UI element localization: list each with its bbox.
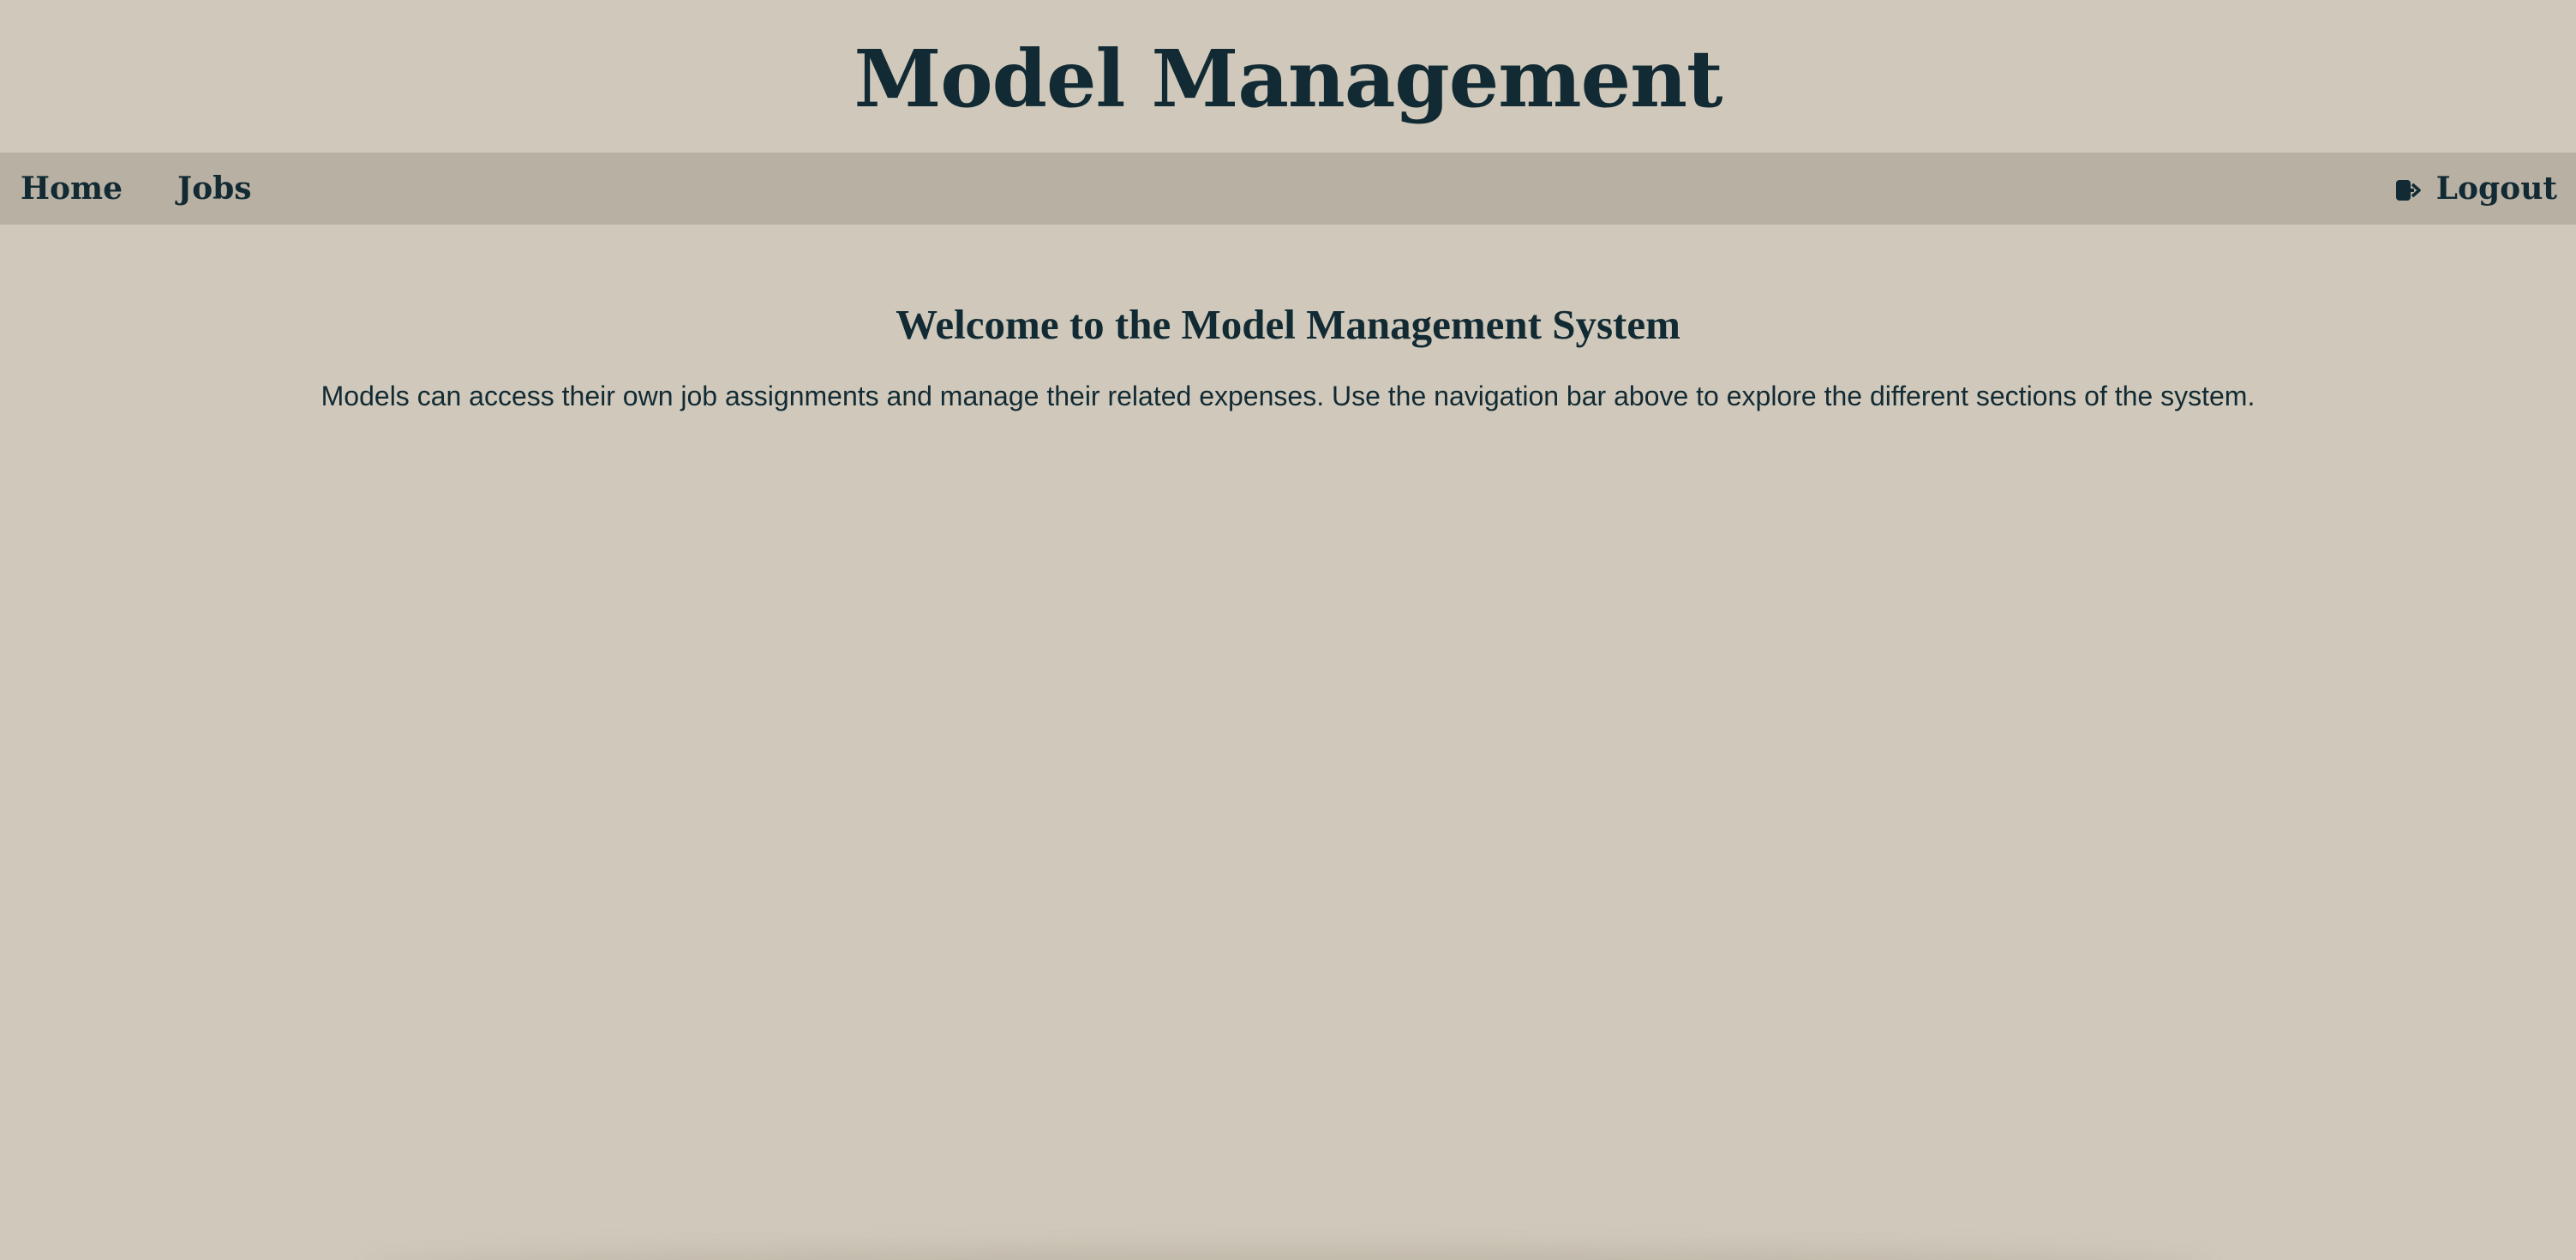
main-content: Welcome to the Model Management System M… bbox=[0, 225, 2576, 412]
navbar: Home Jobs Logout bbox=[0, 153, 2576, 225]
site-header: Model Management bbox=[0, 0, 2576, 153]
nav-jobs-link[interactable]: Jobs bbox=[177, 173, 251, 204]
nav-right: Logout bbox=[2395, 173, 2557, 204]
bottom-shadow bbox=[368, 1248, 2208, 1260]
welcome-heading: Welcome to the Model Management System bbox=[896, 301, 1680, 348]
nav-home-link[interactable]: Home bbox=[21, 173, 123, 204]
nav-left: Home Jobs bbox=[21, 173, 252, 204]
page-title: Model Management bbox=[854, 33, 1722, 125]
logout-label: Logout bbox=[2435, 171, 2557, 207]
logout-link[interactable]: Logout bbox=[2395, 173, 2557, 204]
logout-icon bbox=[2395, 177, 2421, 201]
welcome-description: Models can access their own job assignme… bbox=[321, 381, 2255, 411]
